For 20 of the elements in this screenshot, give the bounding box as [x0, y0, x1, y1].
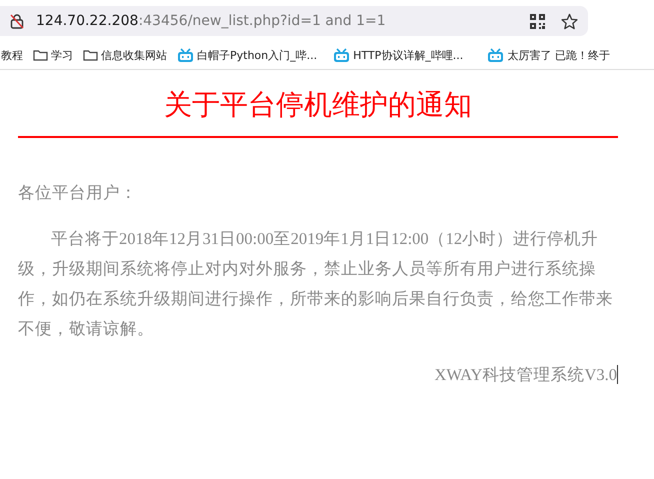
- greeting-text: 各位平台用户：: [18, 182, 138, 204]
- bookmark[interactable]: 太厉害了 已跪！终于: [487, 48, 610, 62]
- bookmark[interactable]: 白帽子Python入门_哔...: [177, 48, 318, 62]
- not-secure-icon[interactable]: [10, 13, 24, 29]
- notice-body: 平台将于2018年12月31日00:00至2019年1月1日12:00（12小时）进行停机升级，升级期间系统将停止对内对外服务，禁止业务人员等所有用户进行系统操作，如仍在系统升级期间进行操作，所带来的影响后果自行负责，给您工作带来不便，敬请谅解。: [18, 228, 614, 340]
- folder-icon: [33, 49, 48, 61]
- notice-title: 关于平台停机维护的通知: [18, 88, 618, 138]
- signature-text: XWAY科技管理系统V3.0: [434, 365, 618, 384]
- star-icon[interactable]: [561, 12, 578, 30]
- bookmark[interactable]: 教程: [1, 48, 23, 62]
- folder-icon: [83, 49, 98, 61]
- bookmark[interactable]: 学习: [33, 48, 73, 62]
- bookmark[interactable]: HTTP协议详解_哔哩...: [333, 48, 464, 62]
- tv-icon: [333, 48, 350, 62]
- qr-code-icon[interactable]: [530, 14, 545, 28]
- address-bar[interactable]: 124.70.22.208:43456/new_list.php?id=1 and 1=1: [0, 6, 588, 36]
- tv-icon: [487, 48, 504, 62]
- bookmark[interactable]: 信息收集网站: [83, 48, 167, 62]
- url-text[interactable]: 124.70.22.208:43456/new_list.php?id=1 and 1=1: [36, 13, 530, 29]
- tv-icon: [177, 48, 194, 62]
